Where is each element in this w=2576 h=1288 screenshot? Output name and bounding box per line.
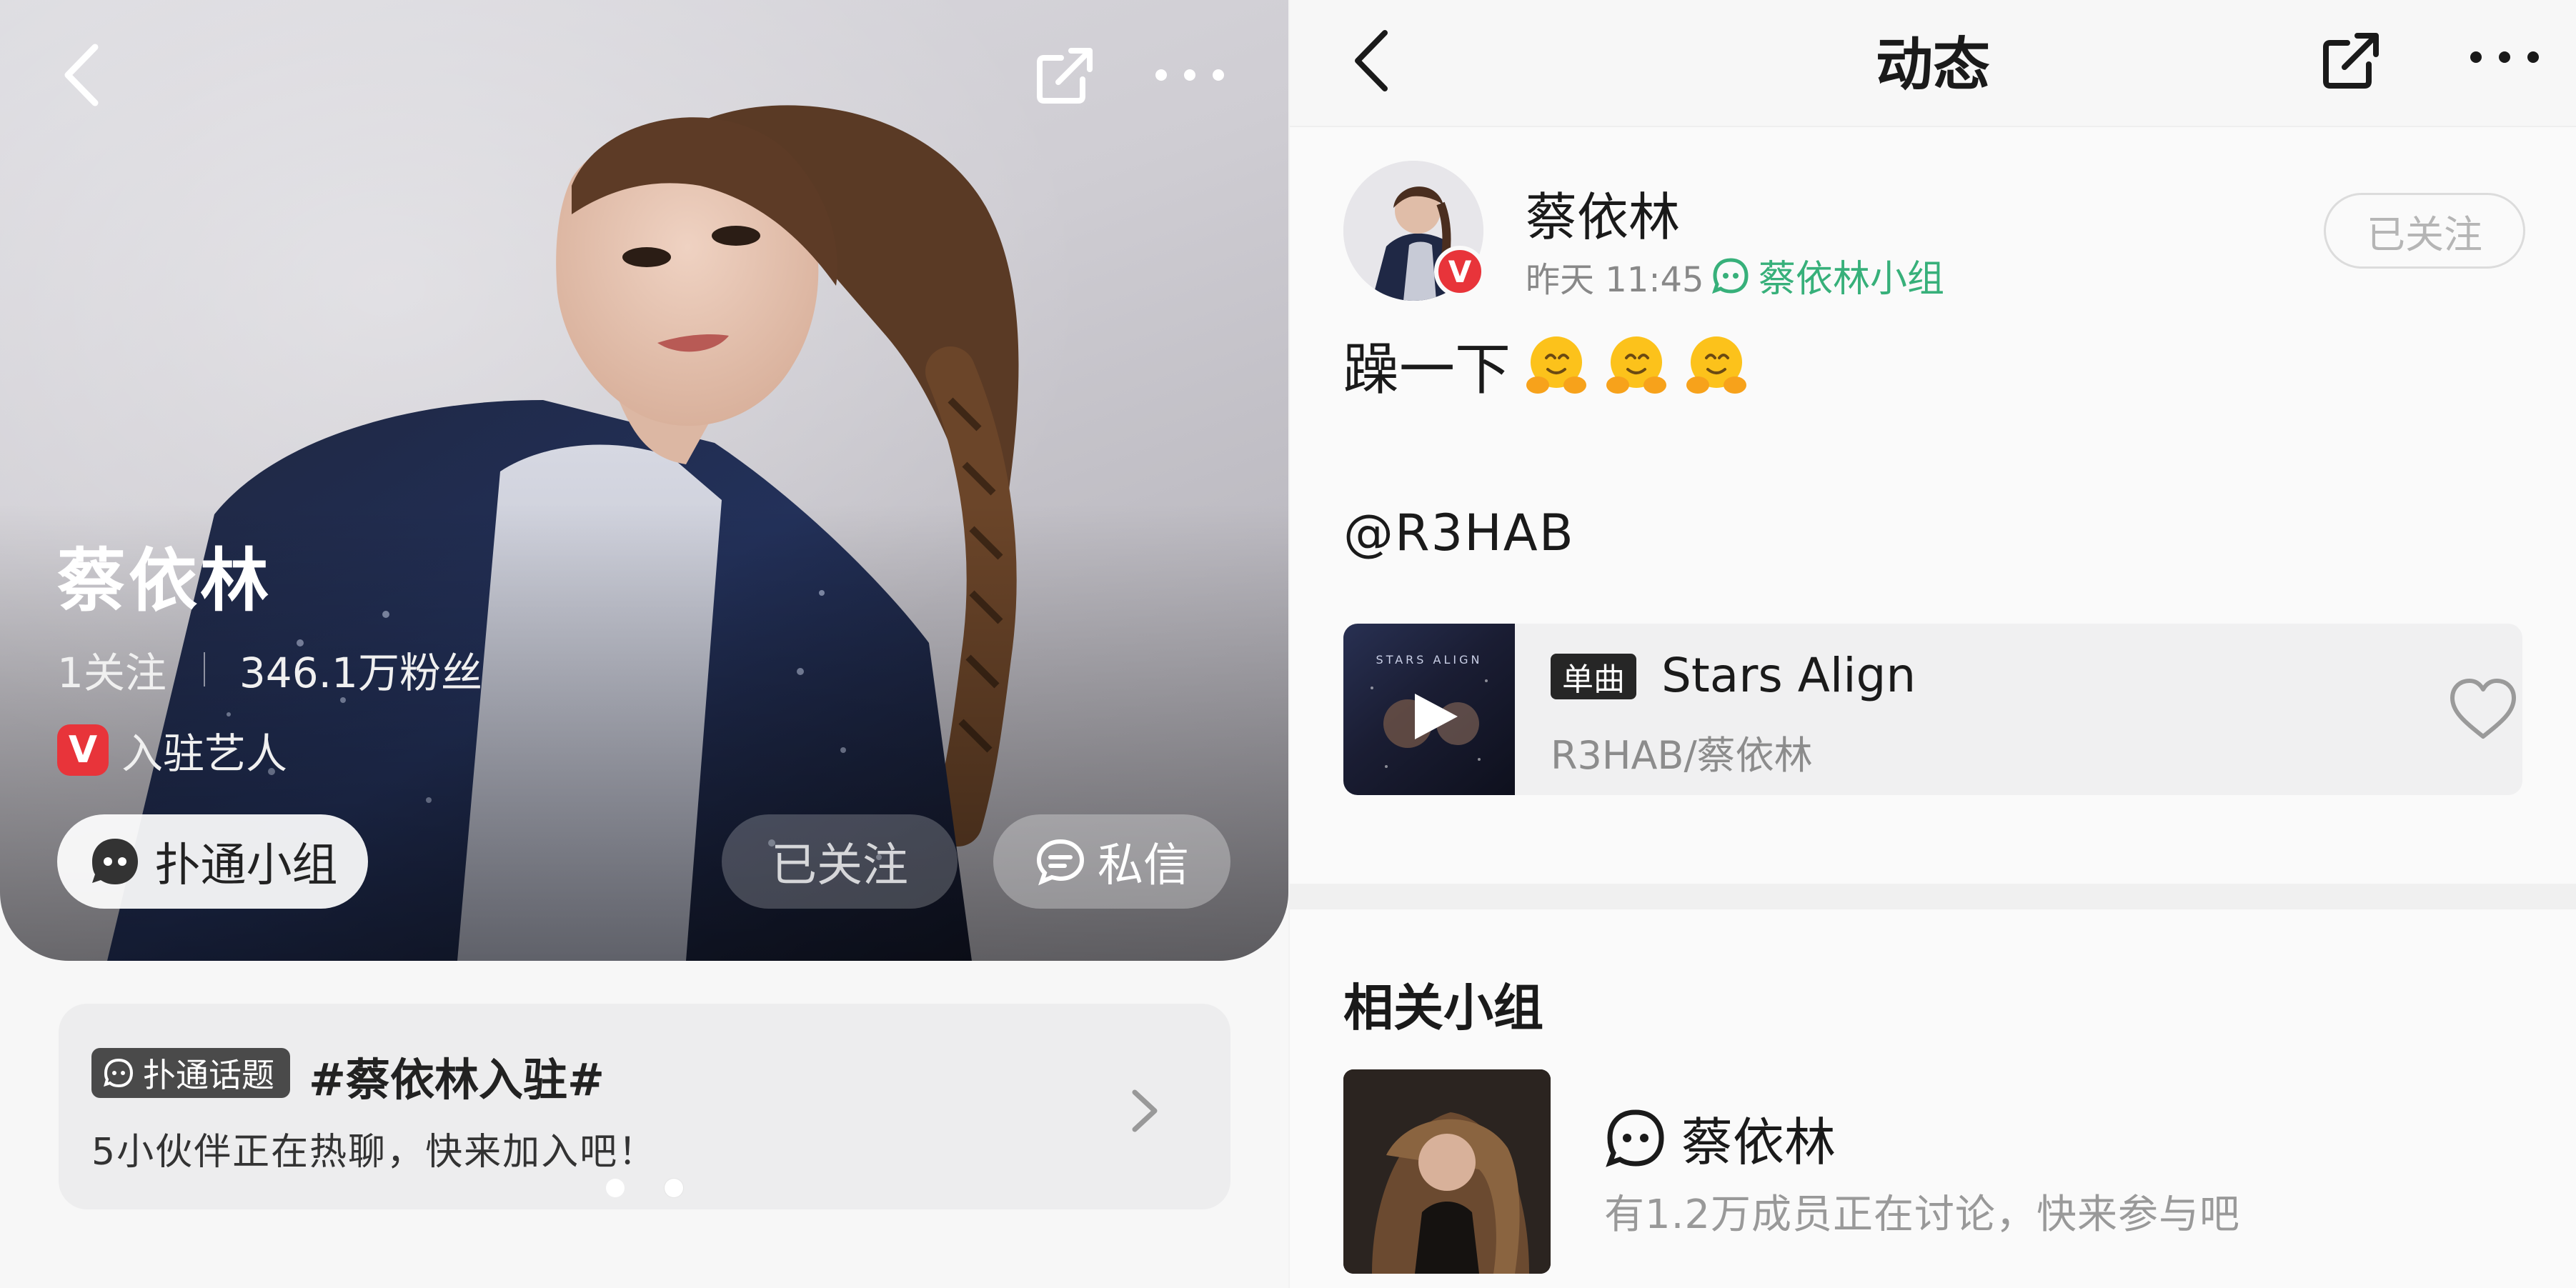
share-icon[interactable] <box>2312 21 2390 100</box>
group-button-label: 扑通小组 <box>154 839 338 892</box>
hugging-face-emoji-icon <box>1606 336 1667 394</box>
following-count[interactable]: 1关注 <box>57 639 166 699</box>
post-group-name: 蔡依林小组 <box>1759 258 1945 301</box>
artist-stats: 1关注 346.1万粉丝 <box>57 639 482 699</box>
hugging-face-emoji-icon <box>1526 336 1587 394</box>
verified-label-text: 入驻艺人 <box>121 729 288 778</box>
song-artist: R3HAB/蔡依林 <box>1551 733 1813 778</box>
topic-tag-label: 扑通话题 <box>143 1056 274 1094</box>
song-cover-title: STARS ALIGN <box>1376 653 1483 667</box>
post-header: 动态 <box>1290 0 2576 127</box>
topic-title: #蔡依林入驻# <box>309 1054 605 1106</box>
group-cover-image[interactable] <box>1343 1069 1551 1274</box>
carousel-dot-active[interactable] <box>664 1179 683 1197</box>
topic-group-icon <box>104 1058 134 1088</box>
section-divider <box>1290 884 2576 909</box>
mention-link[interactable]: @R3HAB <box>1343 504 1575 562</box>
post-text: 躁一下 <box>1343 325 1751 405</box>
hugging-face-emoji-icon <box>1686 336 1747 394</box>
artist-name: 蔡依林 <box>57 541 272 621</box>
song-type-badge: 单曲 <box>1551 654 1636 699</box>
carousel-dot[interactable] <box>605 1179 625 1197</box>
message-button[interactable]: 私信 <box>993 814 1230 909</box>
message-button-label: 私信 <box>1098 839 1189 892</box>
topic-subtitle: 5小伙伴正在热聊，快来加入吧！ <box>91 1131 657 1174</box>
verified-artist-label: V 入驻艺人 <box>57 720 287 780</box>
post-text-content: 躁一下 <box>1343 338 1511 402</box>
topic-tag: 扑通话题 <box>91 1048 290 1098</box>
heart-icon[interactable] <box>2444 671 2522 749</box>
group-button[interactable]: 扑通小组 <box>57 814 368 909</box>
group-icon <box>91 839 138 884</box>
related-group-name[interactable]: 蔡依林 <box>1604 1100 1836 1175</box>
related-group-name-text: 蔡依林 <box>1681 1112 1836 1172</box>
artist-hero-banner: 蔡依林 1关注 346.1万粉丝 V 入驻艺人 扑通小组 已关注 私信 <box>0 0 1288 961</box>
followed-button[interactable]: 已关注 <box>722 814 958 909</box>
post-group-link[interactable]: 蔡依林小组 <box>1711 249 1944 302</box>
stats-divider <box>203 652 205 687</box>
chat-icon <box>1036 839 1085 886</box>
verified-v-icon: V <box>1434 246 1486 297</box>
song-card[interactable]: STARS ALIGN 单曲 Stars Align R3HAB/蔡依林 <box>1343 624 2522 795</box>
post-timestamp: 昨天 11:45 <box>1526 260 1704 300</box>
more-icon[interactable] <box>2458 25 2551 89</box>
carousel-indicator <box>0 1179 1288 1197</box>
group-icon <box>1711 257 1749 294</box>
followed-button[interactable]: 已关注 <box>2324 193 2525 269</box>
group-icon <box>1606 1109 1664 1167</box>
related-groups-title: 相关小组 <box>1343 979 1543 1037</box>
chevron-right-icon <box>1132 1089 1158 1132</box>
song-cover[interactable]: STARS ALIGN <box>1343 624 1515 795</box>
post-author-name[interactable]: 蔡依林 <box>1526 175 1680 250</box>
artist-profile-pane: 蔡依林 1关注 346.1万粉丝 V 入驻艺人 扑通小组 已关注 私信 扑通话题… <box>0 0 1288 1288</box>
back-arrow-icon[interactable] <box>50 36 114 114</box>
song-title: Stars Align <box>1661 648 1916 703</box>
verified-v-icon: V <box>57 724 109 776</box>
share-icon[interactable] <box>1029 40 1100 111</box>
more-icon[interactable] <box>1143 43 1236 107</box>
post-detail-pane: 动态 V 蔡依林 昨天 11:45 蔡依林小组 已关注 躁一下 @R3HAB S… <box>1290 0 2576 1288</box>
fans-count[interactable]: 346.1万粉丝 <box>239 639 482 699</box>
related-group-description: 有1.2万成员正在讨论，快来参与吧 <box>1604 1192 2241 1238</box>
